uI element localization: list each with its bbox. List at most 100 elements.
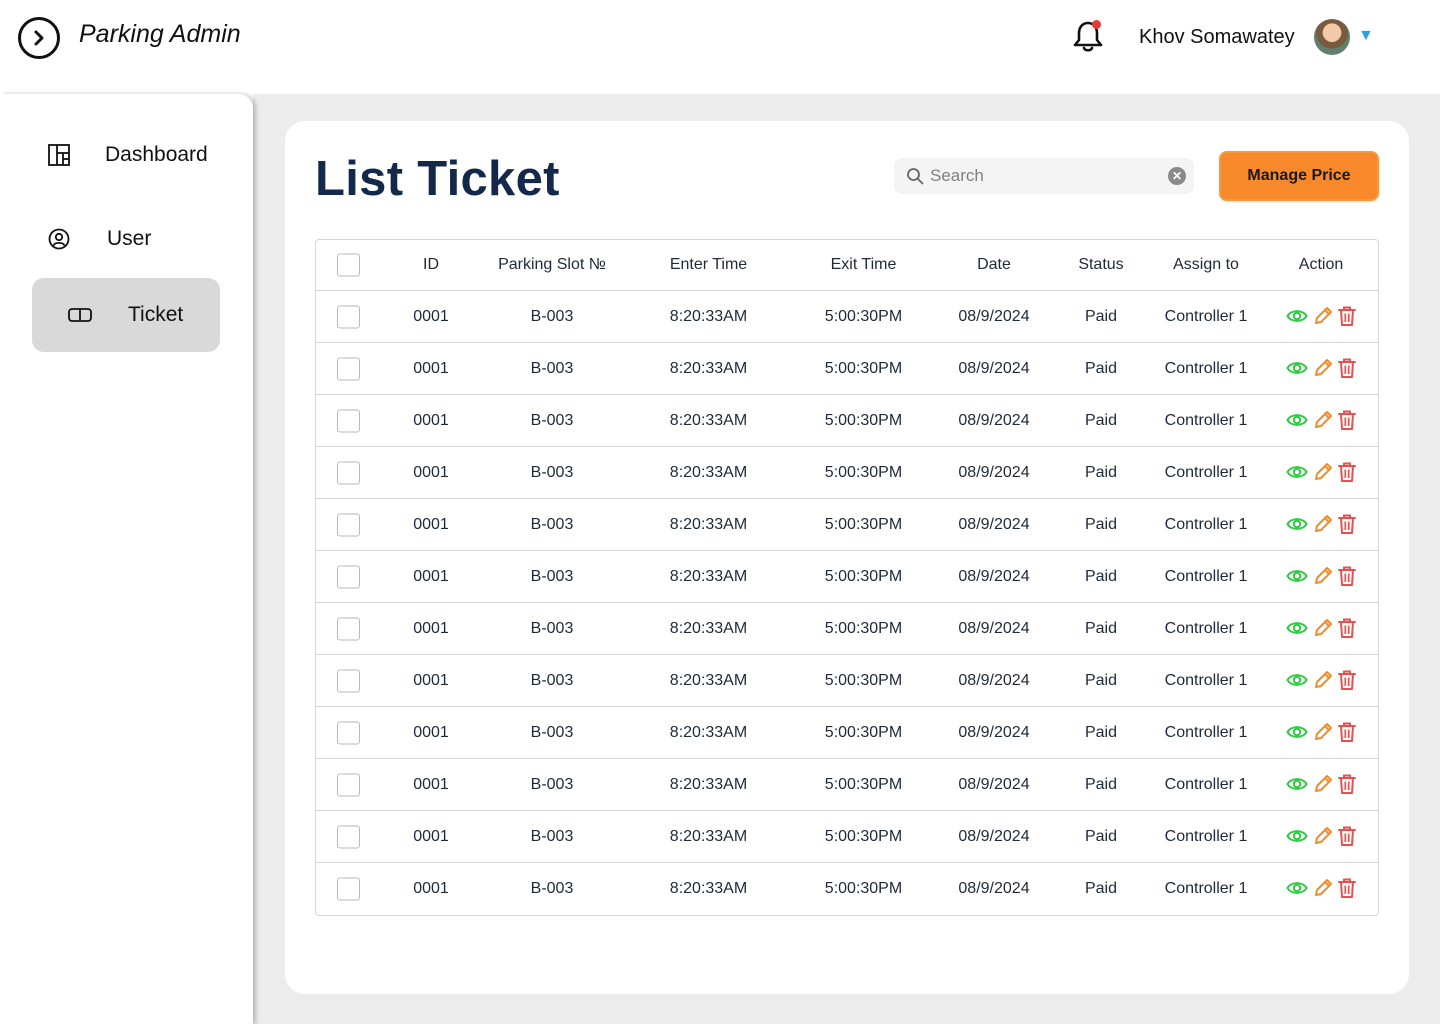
edit-icon[interactable] — [1312, 825, 1334, 847]
delete-icon[interactable] — [1336, 721, 1358, 743]
row-checkbox[interactable] — [337, 357, 360, 380]
row-checkbox[interactable] — [337, 617, 360, 640]
edit-icon[interactable] — [1312, 773, 1334, 795]
row-checkbox[interactable] — [337, 461, 360, 484]
sidebar-item-label: User — [107, 227, 152, 250]
cell-status: Paid — [1084, 723, 1118, 741]
edit-icon[interactable] — [1312, 461, 1334, 483]
view-icon[interactable] — [1286, 773, 1308, 795]
delete-icon[interactable] — [1336, 617, 1358, 639]
cell-assign-to: Controller 1 — [1164, 463, 1248, 481]
view-icon[interactable] — [1286, 565, 1308, 587]
row-checkbox[interactable] — [337, 669, 360, 692]
edit-icon[interactable] — [1312, 721, 1334, 743]
column-header-exit-time[interactable]: Exit Time — [796, 256, 931, 274]
delete-icon[interactable] — [1336, 305, 1358, 327]
sidebar-item-user[interactable]: User — [32, 202, 220, 276]
table-row[interactable]: 0001 B-003 8:20:33AM 5:00:30PM 08/9/2024 Paid… — [316, 447, 1378, 499]
table-row[interactable]: 0001 B-003 8:20:33AM 5:00:30PM 08/9/2024 Paid… — [316, 759, 1378, 811]
select-all-checkbox[interactable] — [337, 253, 360, 277]
cell-exit-time: 5:00:30PM — [824, 463, 903, 481]
column-header-id[interactable]: ID — [376, 256, 486, 274]
row-checkbox[interactable] — [337, 825, 360, 848]
row-checkbox[interactable] — [337, 565, 360, 588]
table-row[interactable]: 0001 B-003 8:20:33AM 5:00:30PM 08/9/2024 Paid… — [316, 811, 1378, 863]
sidebar-item-ticket[interactable]: Ticket — [32, 278, 220, 352]
row-checkbox[interactable] — [337, 409, 360, 432]
table-row[interactable]: 0001 B-003 8:20:33AM 5:00:30PM 08/9/2024 Paid… — [316, 291, 1378, 343]
view-icon[interactable] — [1286, 669, 1308, 691]
row-checkbox[interactable] — [337, 773, 360, 796]
cell-slot: B-003 — [530, 880, 574, 897]
cell-id: 0001 — [413, 567, 449, 585]
delete-icon[interactable] — [1336, 877, 1358, 899]
column-header-date[interactable]: Date — [934, 256, 1054, 274]
view-icon[interactable] — [1286, 721, 1308, 743]
cell-date: 08/9/2024 — [958, 567, 1030, 585]
cell-enter-time: 8:20:33AM — [669, 775, 748, 793]
cell-slot: B-003 — [530, 567, 574, 585]
table-row[interactable]: 0001 B-003 8:20:33AM 5:00:30PM 08/9/2024 Paid… — [316, 395, 1378, 447]
delete-icon[interactable] — [1336, 773, 1358, 795]
edit-icon[interactable] — [1312, 513, 1334, 535]
cell-exit-time: 5:00:30PM — [824, 359, 903, 377]
edit-icon[interactable] — [1312, 565, 1334, 587]
table-row[interactable]: 0001 B-003 8:20:33AM 5:00:30PM 08/9/2024 Paid… — [316, 499, 1378, 551]
table-row[interactable]: 0001 B-003 8:20:33AM 5:00:30PM 08/9/2024 Paid… — [316, 655, 1378, 707]
table-row[interactable]: 0001 B-003 8:20:33AM 5:00:30PM 08/9/2024 Paid… — [316, 707, 1378, 759]
delete-icon[interactable] — [1336, 565, 1358, 587]
cell-assign-to: Controller 1 — [1164, 515, 1248, 533]
edit-icon[interactable] — [1312, 877, 1334, 899]
view-icon[interactable] — [1286, 357, 1308, 379]
table-row[interactable]: 0001 B-003 8:20:33AM 5:00:30PM 08/9/2024 Paid… — [316, 551, 1378, 603]
view-icon[interactable] — [1286, 305, 1308, 327]
cell-slot: B-003 — [530, 359, 574, 377]
delete-icon[interactable] — [1336, 825, 1358, 847]
column-header-slot[interactable]: Parking Slot № — [486, 256, 618, 274]
view-icon[interactable] — [1286, 617, 1308, 639]
cell-slot: B-003 — [530, 515, 574, 533]
manage-price-button[interactable]: Manage Price — [1219, 151, 1379, 201]
view-icon[interactable] — [1286, 409, 1308, 431]
column-header-assign-to[interactable]: Assign to — [1146, 256, 1266, 274]
delete-icon[interactable] — [1336, 669, 1358, 691]
edit-icon[interactable] — [1312, 617, 1334, 639]
delete-icon[interactable] — [1336, 357, 1358, 379]
menu-toggle-button[interactable] — [18, 17, 60, 59]
cell-enter-time: 8:20:33AM — [669, 515, 748, 533]
sidebar-item-dashboard[interactable]: Dashboard — [32, 118, 220, 192]
edit-icon[interactable] — [1312, 409, 1334, 431]
table-row[interactable]: 0001 B-003 8:20:33AM 5:00:30PM 08/9/2024 Paid… — [316, 603, 1378, 655]
cell-id: 0001 — [413, 671, 449, 689]
view-icon[interactable] — [1286, 513, 1308, 535]
view-icon[interactable] — [1286, 461, 1308, 483]
edit-icon[interactable] — [1312, 305, 1334, 327]
row-checkbox[interactable] — [337, 513, 360, 536]
edit-icon[interactable] — [1312, 357, 1334, 379]
cell-date: 08/9/2024 — [958, 775, 1030, 793]
column-header-enter-time[interactable]: Enter Time — [636, 256, 781, 274]
avatar[interactable] — [1314, 19, 1350, 55]
column-header-status[interactable]: Status — [1061, 256, 1141, 274]
cell-exit-time: 5:00:30PM — [824, 827, 903, 845]
delete-icon[interactable] — [1336, 461, 1358, 483]
row-checkbox[interactable] — [337, 877, 360, 901]
cell-assign-to: Controller 1 — [1164, 671, 1248, 689]
search-input[interactable] — [930, 158, 1160, 194]
cell-id: 0001 — [413, 515, 449, 533]
view-icon[interactable] — [1286, 877, 1308, 899]
view-icon[interactable] — [1286, 825, 1308, 847]
cell-slot: B-003 — [530, 723, 574, 741]
clear-search-icon[interactable]: ✕ — [1168, 167, 1186, 185]
app-title: Parking Admin — [79, 20, 241, 48]
caret-down-icon[interactable]: ▼ — [1358, 28, 1374, 44]
row-checkbox[interactable] — [337, 721, 360, 744]
cell-id: 0001 — [413, 619, 449, 637]
row-checkbox[interactable] — [337, 305, 360, 328]
delete-icon[interactable] — [1336, 409, 1358, 431]
delete-icon[interactable] — [1336, 513, 1358, 535]
table-row[interactable]: 0001 B-003 8:20:33AM 5:00:30PM 08/9/2024 Paid… — [316, 863, 1378, 915]
table-row[interactable]: 0001 B-003 8:20:33AM 5:00:30PM 08/9/2024 Paid… — [316, 343, 1378, 395]
sidebar-item-label: Ticket — [128, 303, 184, 326]
edit-icon[interactable] — [1312, 669, 1334, 691]
